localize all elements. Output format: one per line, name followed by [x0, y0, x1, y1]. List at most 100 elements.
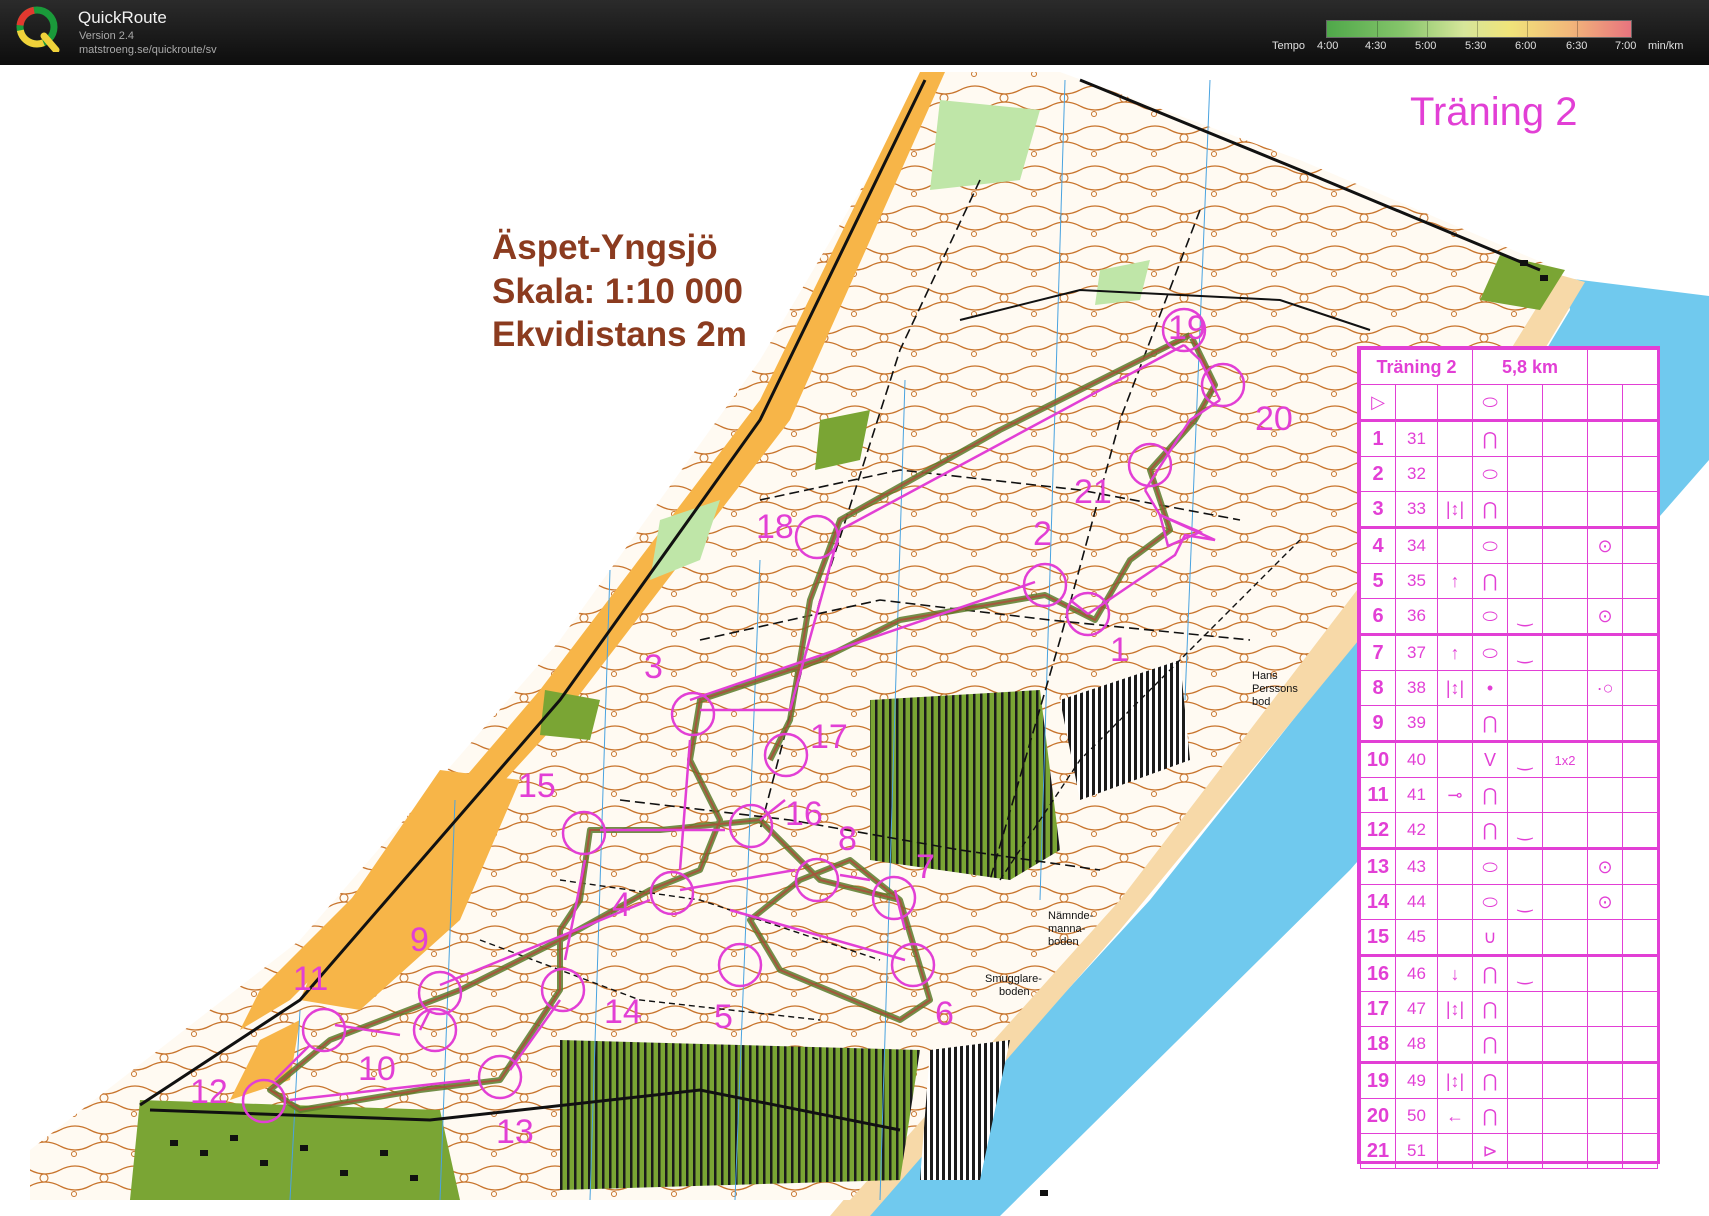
control-number: 15	[518, 767, 556, 805]
description-symbol	[1507, 705, 1544, 742]
control-number: 17	[810, 718, 848, 756]
control-number: 18	[756, 508, 794, 546]
description-symbol: |↕|	[1436, 1061, 1474, 1099]
pace-tick: 7:00	[1615, 40, 1637, 52]
description-cell-empty	[1622, 884, 1659, 920]
control-code: 45	[1395, 919, 1438, 956]
description-symbol: ⋂	[1472, 563, 1509, 599]
description-symbol: ⬭	[1472, 526, 1509, 564]
description-cell-empty	[1622, 847, 1659, 885]
description-symbol	[1507, 670, 1544, 706]
sheet-course-name: Träning 2	[1359, 349, 1474, 385]
app-version: Version 2.4	[79, 30, 135, 42]
pace-tick: 6:00	[1515, 40, 1537, 52]
control-code: 34	[1395, 526, 1438, 564]
description-cell-empty	[1622, 777, 1659, 813]
description-symbol: |↕|	[1436, 991, 1474, 1027]
description-symbol	[1542, 419, 1589, 457]
description-row: 6 36 ⬭ ‿ ⊙	[1360, 598, 1659, 635]
control-code: 50	[1395, 1098, 1438, 1134]
description-symbol	[1436, 456, 1474, 492]
description-row: 11 41 ⊸ ⋂	[1360, 777, 1659, 813]
description-symbol	[1436, 526, 1474, 564]
description-symbol: ⋂	[1472, 705, 1509, 742]
description-row: 19 49 |↕| ⋂	[1360, 1061, 1659, 1099]
place-label: Nämnde-manna-boden	[1048, 910, 1094, 948]
description-cell-empty	[1622, 633, 1659, 671]
description-symbol: ↑	[1436, 563, 1474, 599]
control-seq-number: 7	[1360, 633, 1396, 671]
description-symbol: ⬭	[1472, 847, 1509, 885]
pace-color-scale	[1326, 20, 1632, 38]
description-symbol: ↑	[1436, 633, 1474, 671]
control-code: 39	[1395, 705, 1438, 742]
description-symbol	[1436, 419, 1474, 457]
description-symbol: ⋂	[1472, 777, 1509, 813]
control-number: 10	[358, 1050, 396, 1088]
control-code: 51	[1395, 1133, 1438, 1169]
description-symbol	[1587, 1026, 1624, 1063]
description-cell-empty	[1622, 1133, 1659, 1169]
control-code: 42	[1395, 812, 1438, 849]
description-cell-empty	[1622, 526, 1659, 564]
description-symbol	[1542, 919, 1589, 956]
description-symbol	[1587, 740, 1624, 778]
description-symbol	[1507, 563, 1544, 599]
description-symbol	[1507, 456, 1544, 492]
control-code: 47	[1395, 991, 1438, 1027]
orienteering-map[interactable]: Äspet-Yngsjö Skala: 1:10 000 Ekvidistans…	[0, 65, 1709, 1216]
description-cell-empty	[1622, 419, 1659, 457]
description-symbol	[1507, 526, 1544, 564]
description-symbol: |↕|	[1436, 491, 1474, 528]
control-seq-number: 16	[1360, 954, 1396, 992]
description-symbol	[1587, 919, 1624, 956]
description-symbol: ⊙	[1587, 526, 1624, 564]
control-seq-number: 18	[1360, 1026, 1396, 1063]
pace-tick: 6:30	[1566, 40, 1588, 52]
description-row: 20 50 ← ⋂	[1360, 1098, 1659, 1134]
description-symbol: ⬭	[1472, 598, 1509, 635]
description-symbol: ⋂	[1472, 954, 1509, 992]
control-seq-number: 2	[1360, 456, 1396, 492]
control-code: 38	[1395, 670, 1438, 706]
control-code: 44	[1395, 884, 1438, 920]
description-symbol	[1436, 847, 1474, 885]
start-feature: ⬭	[1472, 384, 1509, 421]
control-number: 6	[935, 995, 954, 1033]
description-symbol	[1587, 1061, 1624, 1099]
control-code: 41	[1395, 777, 1438, 813]
description-symbol	[1542, 633, 1589, 671]
control-code: 35	[1395, 563, 1438, 599]
description-symbol	[1542, 954, 1589, 992]
description-row: 17 47 |↕| ⋂	[1360, 991, 1659, 1027]
description-symbol	[1436, 598, 1474, 635]
description-cell-empty	[1622, 491, 1659, 528]
description-symbol: ⬭	[1472, 884, 1509, 920]
description-symbol	[1587, 954, 1624, 992]
description-symbol	[1436, 812, 1474, 849]
description-cell-empty	[1622, 563, 1659, 599]
control-seq-number: 8	[1360, 670, 1396, 706]
pace-tick: 4:30	[1365, 40, 1387, 52]
description-row: 16 46 ↓ ⋂ ‿	[1360, 954, 1659, 992]
description-cell-empty	[1622, 1026, 1659, 1063]
control-seq-number: 17	[1360, 991, 1396, 1027]
description-symbol	[1507, 991, 1544, 1027]
description-cell-empty	[1622, 991, 1659, 1027]
description-cell-empty	[1622, 812, 1659, 849]
pace-unit: min/km	[1648, 40, 1684, 52]
description-symbol	[1587, 1098, 1624, 1134]
control-seq-number: 12	[1360, 812, 1396, 849]
description-symbol: 1x2	[1542, 740, 1589, 778]
description-symbol: •	[1472, 670, 1509, 706]
control-code: 31	[1395, 419, 1438, 457]
description-symbol: ⋂	[1472, 1098, 1509, 1134]
pace-tick: 4:00	[1317, 40, 1339, 52]
description-symbol	[1542, 777, 1589, 813]
description-symbol: ⋂	[1472, 991, 1509, 1027]
control-code: 48	[1395, 1026, 1438, 1063]
description-symbol: ⊙	[1587, 847, 1624, 885]
description-symbol	[1542, 884, 1589, 920]
control-seq-number: 4	[1360, 526, 1396, 564]
description-symbol: ↓	[1436, 954, 1474, 992]
